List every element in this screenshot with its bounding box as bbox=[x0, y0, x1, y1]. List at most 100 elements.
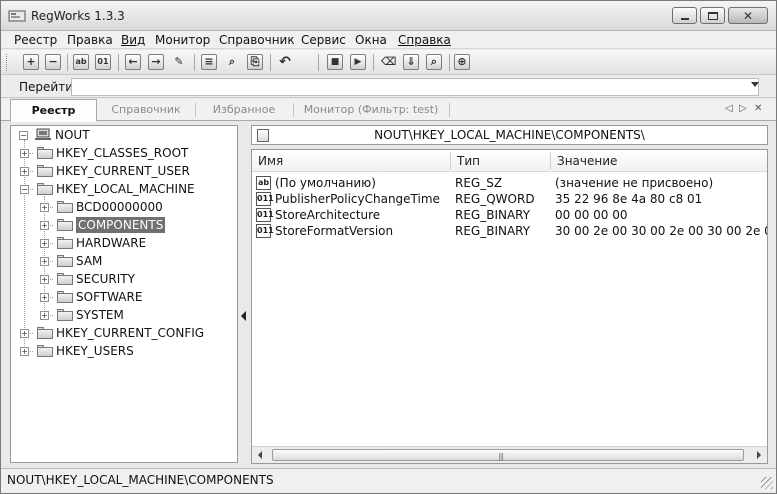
goto-bar: Перейти: bbox=[1, 76, 776, 98]
value-value: 30 00 2e 00 30 00 2e 00 30 00 2e 00 35 0… bbox=[555, 224, 767, 238]
tree-item[interactable]: + HKEY_CURRENT_CONFIG bbox=[11, 325, 237, 341]
tree-item-label: HKEY_LOCAL_MACHINE bbox=[56, 182, 195, 196]
expand-icon[interactable]: + bbox=[40, 257, 49, 266]
tab-monitor[interactable]: Монитор (Фильтр: test) bbox=[294, 99, 448, 121]
tree-item[interactable]: + SOFTWARE bbox=[11, 289, 237, 305]
bookmark-icon[interactable]: ✎ bbox=[171, 54, 187, 70]
column-header-name[interactable]: Имя bbox=[252, 150, 450, 172]
new-string-icon[interactable]: ab bbox=[73, 54, 89, 70]
tab-reference[interactable]: Справочник bbox=[98, 99, 194, 121]
list-icon[interactable]: ≡ bbox=[201, 54, 217, 70]
menu-reference[interactable]: Справочник bbox=[219, 33, 295, 47]
tab-prev-icon[interactable]: ◁ bbox=[725, 103, 733, 114]
maximize-button[interactable] bbox=[700, 7, 725, 24]
tree-item-label: HARDWARE bbox=[76, 236, 147, 250]
goto-dropdown-chevron-down-icon[interactable] bbox=[751, 82, 759, 87]
toolbar-separator bbox=[270, 54, 271, 71]
goto-input[interactable] bbox=[71, 78, 759, 96]
forward-icon[interactable]: → bbox=[148, 54, 164, 70]
play-icon[interactable]: ▶ bbox=[350, 54, 366, 70]
expand-icon[interactable]: + bbox=[40, 293, 49, 302]
title-bar: RegWorks 1.3.3 ✕ bbox=[1, 1, 776, 31]
scrollbar-thumb[interactable]: ||| bbox=[272, 449, 744, 461]
download-icon[interactable]: ⇓ bbox=[403, 54, 419, 70]
tree-item-label: SAM bbox=[76, 254, 103, 268]
new-binary-icon[interactable]: 01 bbox=[95, 54, 111, 70]
tab-next-icon[interactable]: ▷ bbox=[739, 103, 747, 114]
add-key-icon[interactable]: + bbox=[23, 54, 39, 70]
tree-item[interactable]: + COMPONENTS bbox=[11, 217, 237, 233]
scroll-right-icon[interactable] bbox=[757, 451, 761, 459]
status-bar: NOUT\HKEY_LOCAL_MACHINE\COMPONENTS bbox=[1, 468, 776, 492]
tree-item[interactable]: + SYSTEM bbox=[11, 307, 237, 323]
collapse-icon[interactable]: − bbox=[19, 131, 28, 140]
menu-view[interactable]: Вид bbox=[121, 33, 145, 47]
value-row[interactable]: 011 StoreArchitecture REG_BINARY 00 00 00 0… bbox=[252, 207, 767, 223]
expand-icon[interactable]: + bbox=[20, 167, 29, 176]
binary-value-icon: 011 bbox=[256, 208, 274, 222]
minimize-button[interactable] bbox=[672, 7, 697, 24]
erase-icon[interactable]: ⌫ bbox=[380, 54, 397, 70]
tree-item-label: COMPONENTS bbox=[76, 217, 166, 233]
scroll-left-icon[interactable] bbox=[258, 451, 262, 459]
tree-item[interactable]: + HKEY_USERS bbox=[11, 343, 237, 359]
close-button[interactable]: ✕ bbox=[728, 7, 768, 24]
expand-icon[interactable]: + bbox=[20, 329, 29, 338]
toolbar-separator bbox=[373, 54, 374, 71]
value-name: (По умолчанию) bbox=[275, 176, 376, 190]
tree-item[interactable]: + SAM bbox=[11, 253, 237, 269]
expand-icon[interactable]: + bbox=[40, 311, 49, 320]
delete-key-icon[interactable]: − bbox=[45, 54, 61, 70]
value-value: 35 22 96 8e 4a 80 c8 01 bbox=[555, 192, 703, 206]
folder-icon bbox=[37, 183, 53, 195]
value-row[interactable]: 011 StoreFormatVersion REG_BINARY 30 00 2e … bbox=[252, 223, 767, 239]
tree-item-label: HKEY_CURRENT_USER bbox=[56, 164, 190, 178]
resize-grip-icon[interactable] bbox=[761, 477, 773, 489]
expand-icon[interactable]: + bbox=[20, 149, 29, 158]
tree-item[interactable]: − HKEY_LOCAL_MACHINE bbox=[11, 181, 237, 197]
find-icon[interactable]: ⌕ bbox=[224, 54, 240, 70]
collapse-icon[interactable]: − bbox=[20, 185, 29, 194]
tab-registry[interactable]: Реестр bbox=[10, 99, 97, 122]
menu-registry[interactable]: Реестр bbox=[14, 33, 57, 47]
search-doc-icon[interactable]: ⌕ bbox=[426, 54, 442, 70]
menu-service[interactable]: Сервис bbox=[301, 33, 346, 47]
tab-bar: Реестр Справочник Избранное Монитор (Фил… bbox=[1, 99, 776, 122]
path-bar: NOUT\HKEY_LOCAL_MACHINE\COMPONENTS\ bbox=[251, 125, 768, 145]
tab-favorites[interactable]: Избранное bbox=[196, 99, 292, 121]
column-header-type[interactable]: Тип bbox=[451, 150, 550, 172]
column-header-value[interactable]: Значение bbox=[551, 150, 767, 172]
export-icon[interactable]: ⎘ bbox=[247, 54, 263, 70]
tree-item-label: HKEY_USERS bbox=[56, 344, 134, 358]
folder-icon bbox=[57, 309, 73, 321]
folder-icon bbox=[37, 345, 53, 357]
undo-icon[interactable]: ↶ bbox=[277, 54, 293, 70]
stop-icon[interactable]: ■ bbox=[327, 54, 343, 70]
tree-item[interactable]: + HARDWARE bbox=[11, 235, 237, 251]
back-icon[interactable]: ← bbox=[125, 54, 141, 70]
tree-item[interactable]: + SECURITY bbox=[11, 271, 237, 287]
value-row[interactable]: ab (По умолчанию) REG_SZ (значение не присв… bbox=[252, 175, 767, 191]
expand-icon[interactable]: + bbox=[40, 275, 49, 284]
horizontal-scrollbar[interactable]: ||| bbox=[252, 446, 767, 463]
expand-icon[interactable]: + bbox=[40, 221, 49, 230]
tree-item[interactable]: + HKEY_CLASSES_ROOT bbox=[11, 145, 237, 161]
tab-divider bbox=[449, 103, 450, 117]
menu-edit[interactable]: Правка bbox=[67, 33, 113, 47]
expand-icon[interactable]: + bbox=[40, 239, 49, 248]
tree-item[interactable]: + HKEY_CURRENT_USER bbox=[11, 163, 237, 179]
tree-root[interactable]: − NOUT bbox=[15, 127, 215, 143]
collapse-panel-arrow-icon[interactable] bbox=[241, 311, 246, 321]
web-icon[interactable]: ⊕ bbox=[454, 54, 470, 70]
tab-close-icon[interactable]: ✕ bbox=[754, 103, 762, 114]
toolbar-grip[interactable] bbox=[6, 54, 9, 71]
menu-help[interactable]: Справка bbox=[398, 33, 451, 47]
expand-icon[interactable]: + bbox=[40, 203, 49, 212]
value-row[interactable]: 011 PublisherPolicyChangeTime REG_QWORD 35 … bbox=[252, 191, 767, 207]
folder-icon bbox=[37, 327, 53, 339]
panel-splitter[interactable] bbox=[239, 125, 249, 463]
expand-icon[interactable]: + bbox=[20, 347, 29, 356]
menu-monitor[interactable]: Монитор bbox=[155, 33, 210, 47]
menu-windows[interactable]: Окна bbox=[355, 33, 387, 47]
tree-item[interactable]: + BCD00000000 bbox=[11, 199, 237, 215]
